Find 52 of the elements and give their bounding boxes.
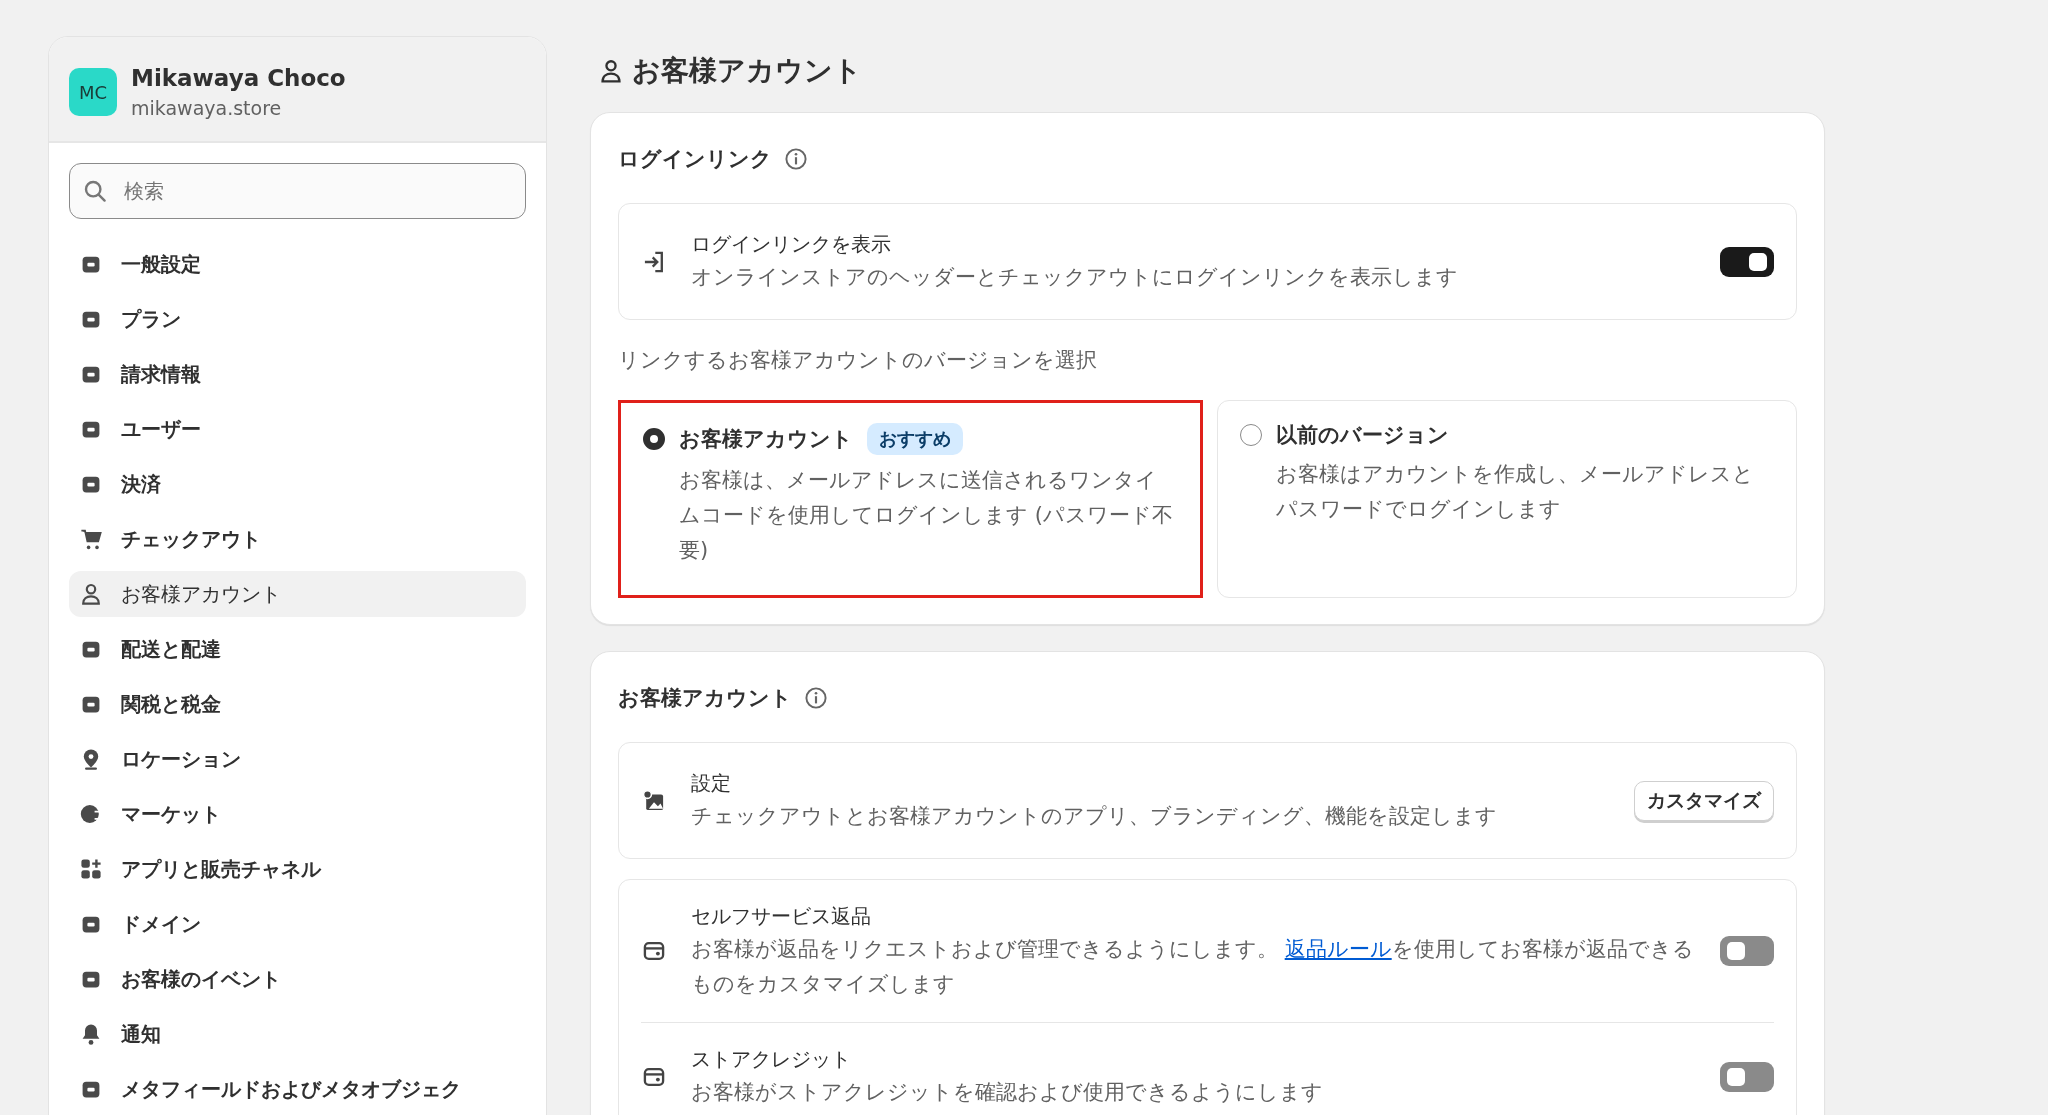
setting-description: オンラインストアのヘッダーとチェックアウトにログインリンクを表示します xyxy=(691,264,1459,291)
sidebar-item[interactable]: ロケーション xyxy=(69,736,526,782)
sidebar-item[interactable]: 通知 xyxy=(69,1011,526,1057)
search-field[interactable]: 検索 xyxy=(69,163,526,219)
sidebar-item[interactable]: ドメイン xyxy=(69,901,526,947)
option-description: お客様は、メールアドレスに送信されるワンタイムコードを使用してログインします (パスワード不要) xyxy=(679,467,1174,564)
setting-title: 設定 xyxy=(691,770,732,797)
feature-description: お客様がストアクレジットを確認および使用できるようにします xyxy=(691,1079,1324,1106)
sidebar-item[interactable]: 関税と税金 xyxy=(69,681,526,727)
info-icon[interactable] xyxy=(804,686,828,710)
search-icon xyxy=(83,179,107,203)
person-icon xyxy=(79,582,103,606)
sidebar-item[interactable]: お客様のイベント xyxy=(69,956,526,1002)
setting-title: ログインリンクを表示 xyxy=(691,231,892,258)
toggle-switch[interactable] xyxy=(1720,1061,1774,1092)
sidebar-item[interactable]: ユーザー xyxy=(69,406,526,452)
customize-button[interactable]: カスタマイズ xyxy=(1634,780,1774,821)
return-rules-link[interactable]: 返品ルール xyxy=(1284,937,1392,961)
option-title: 以前のバージョン xyxy=(1275,422,1449,449)
sidebar-item[interactable]: プラン xyxy=(69,296,526,342)
toggle-switch[interactable] xyxy=(1720,936,1774,966)
sidebar-item[interactable]: チェックアウト xyxy=(69,516,526,562)
sidebar-item[interactable]: 請求情報 xyxy=(69,351,526,397)
section-title: ログインリンク xyxy=(618,146,772,173)
store-name: Mikawaya Choco xyxy=(131,65,346,91)
sidebar-item[interactable]: アプリと販売チャネル xyxy=(69,846,526,892)
version-option[interactable]: お客様アカウント おすすめ お客様は、メールアドレスに送信されるワンタイムコードを使用してログインします (パスワード不要) xyxy=(618,400,1203,598)
info-icon[interactable] xyxy=(784,147,808,171)
sidebar-item[interactable]: 決済 xyxy=(69,461,526,507)
section-title: お客様アカウント xyxy=(618,685,792,712)
store-domain: mikawaya.store xyxy=(131,97,283,119)
feature-title: セルフサービス返品 xyxy=(691,903,872,930)
apps-icon xyxy=(79,857,103,881)
setting-description: チェックアウトとお客様アカウントのアプリ、ブランディング、機能を設定します xyxy=(691,803,1498,830)
page-title-text: お客様アカウント xyxy=(632,53,862,89)
sidebar-item[interactable]: マーケット xyxy=(69,791,526,837)
store-avatar: MC xyxy=(69,68,117,116)
option-description: お客様はアカウントを作成し、メールアドレスとパスワードでログインします xyxy=(1275,461,1755,523)
cart-icon xyxy=(79,527,103,551)
version-label: リンクするお客様アカウントのバージョンを選択 xyxy=(618,347,1098,374)
person-icon xyxy=(598,58,624,84)
feature-title: ストアクレジット xyxy=(691,1046,852,1073)
sidebar-item[interactable]: メタフィールドおよびメタオブジェク xyxy=(69,1066,526,1112)
toggle-switch[interactable] xyxy=(1720,246,1774,277)
sidebar-item[interactable]: 配送と配達 xyxy=(69,626,526,672)
radio-button[interactable] xyxy=(643,428,665,450)
version-option[interactable]: 以前のバージョン お客様はアカウントを作成し、メールアドレスとパスワードでログインします xyxy=(1216,400,1797,598)
recommended-badge: おすすめ xyxy=(867,423,963,455)
sidebar-item[interactable]: 一般設定 xyxy=(69,241,526,287)
feature-description: お客様が返品をリクエストおよび管理できるようにします。 返品ルールを使用してお客様が返品できるものをカスタマイズします xyxy=(691,936,1695,998)
option-title: お客様アカウント xyxy=(679,426,853,453)
sidebar-item[interactable]: お客様アカウント xyxy=(69,571,526,617)
